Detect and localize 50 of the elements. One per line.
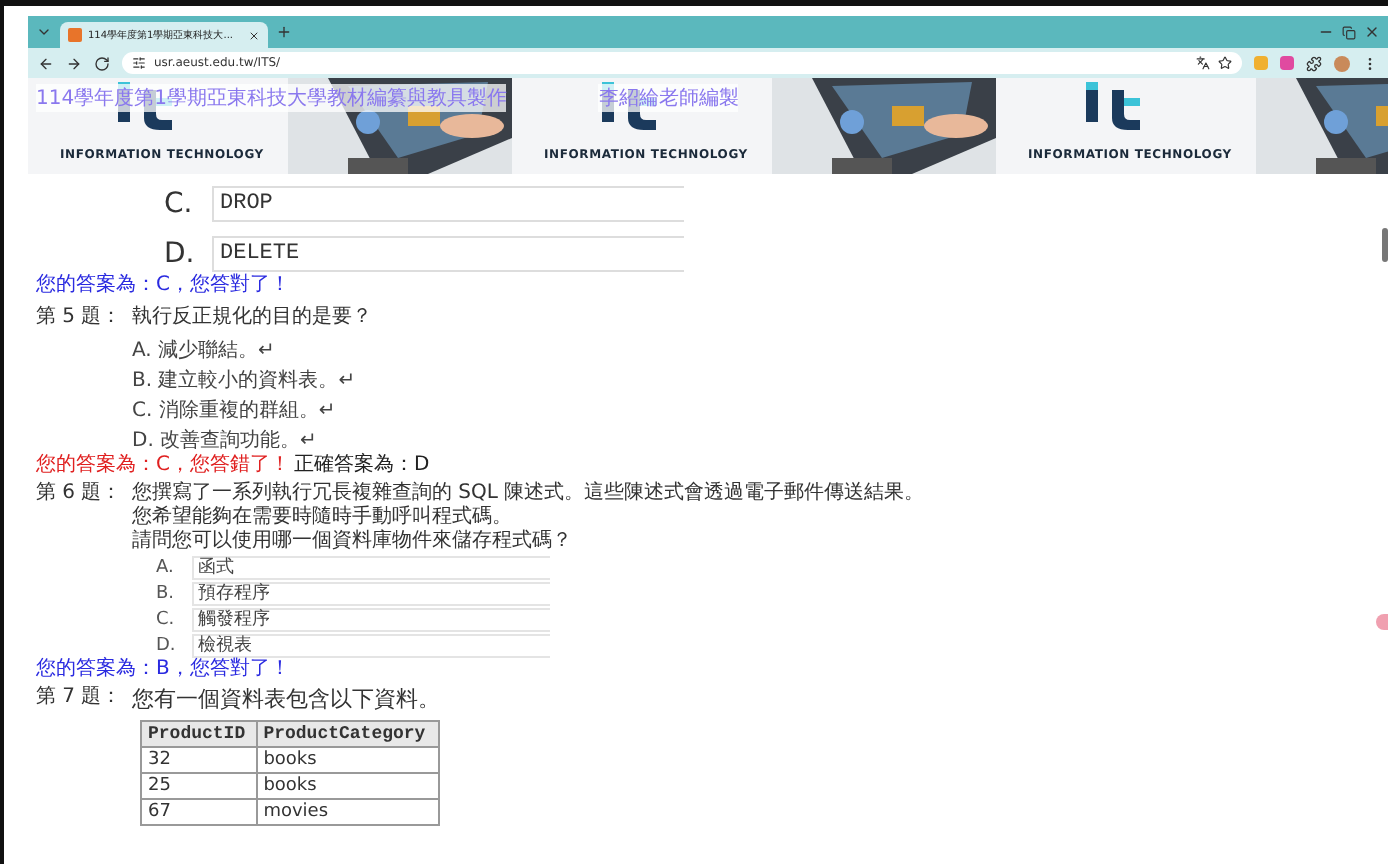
answer-feedback: 您的答案為：C，您答錯了！ 正確答案為：D xyxy=(36,454,432,478)
option-letter: A. xyxy=(156,557,176,577)
site-settings-icon[interactable] xyxy=(132,56,146,70)
question-text: 執行反正規化的目的是要？ xyxy=(132,306,372,330)
question-text: 您有一個資料表包含以下資料。 xyxy=(132,686,440,712)
reload-icon[interactable] xyxy=(94,55,110,71)
question-number: 第 6 題： xyxy=(36,482,124,508)
bookmark-star-icon[interactable] xyxy=(1218,56,1232,70)
table-cell: movies xyxy=(256,799,439,825)
answer-feedback: 您的答案為：C，您答對了！ xyxy=(36,274,292,298)
question-text: 您希望能夠在需要時隨時手動呼叫程式碼。 xyxy=(132,506,514,529)
table-cell: 67 xyxy=(141,799,257,825)
column-header: ProductCategory xyxy=(256,721,439,747)
close-icon[interactable] xyxy=(1364,24,1380,40)
option-letter: C. xyxy=(164,188,195,220)
question-number: 第 5 題： xyxy=(36,306,124,332)
forward-icon[interactable] xyxy=(66,55,82,71)
question-text: 請問您可以使用哪一個資料庫物件來儲存程式碼？ xyxy=(132,530,574,554)
option-box: DELETE xyxy=(212,236,684,272)
option-letter: C. xyxy=(156,609,177,629)
table-cell: 32 xyxy=(141,747,257,773)
option-box: 觸發程序 xyxy=(192,607,550,631)
back-icon[interactable] xyxy=(38,55,54,71)
translate-icon[interactable] xyxy=(1196,56,1210,70)
option-box: 函式 xyxy=(192,555,550,579)
option-letter: D. xyxy=(164,238,196,270)
question-number: 第 7 題： xyxy=(36,686,124,712)
table-cell: books xyxy=(256,773,439,799)
answer-option: A. 減少聯結。↵ xyxy=(132,340,372,364)
option-letter: D. xyxy=(156,635,178,655)
table-cell: 25 xyxy=(141,773,257,799)
table-cell: books xyxy=(256,747,439,773)
scrollbar-thumb[interactable] xyxy=(1382,228,1388,262)
question-text: 您撰寫了一系列執行冗長複雜查詢的 SQL 陳述式。這些陳述式會透過電子郵件傳送結果。 xyxy=(132,482,925,505)
extensions-icon[interactable] xyxy=(1306,55,1322,71)
restore-icon[interactable] xyxy=(1342,25,1356,39)
close-icon[interactable] xyxy=(248,29,260,41)
option-box: 預存程序 xyxy=(192,581,550,605)
answer-option: B. 建立較小的資料表。↵ xyxy=(132,370,372,394)
option-box: DROP xyxy=(212,186,684,222)
tab-list-icon[interactable] xyxy=(36,24,52,40)
option-box: 檢視表 xyxy=(192,633,550,657)
favicon-icon xyxy=(68,28,82,42)
banner-author: 李紹綸老師編製 xyxy=(598,84,739,112)
answer-feedback: 您的答案為：B，您答對了！ xyxy=(36,658,292,682)
answer-option: D. 改善查詢功能。↵ xyxy=(132,430,372,454)
column-header: ProductID xyxy=(141,721,257,747)
option-letter: B. xyxy=(156,583,177,603)
new-tab-icon[interactable] xyxy=(276,24,292,40)
answer-option: C. 消除重複的群組。↵ xyxy=(132,400,372,424)
